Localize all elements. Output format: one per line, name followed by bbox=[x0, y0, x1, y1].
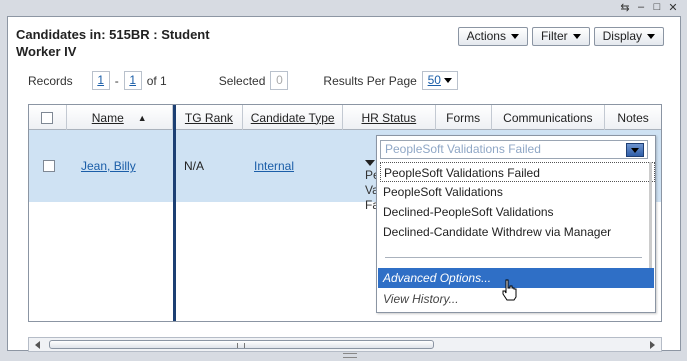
minimize-icon[interactable]: – bbox=[635, 1, 647, 14]
chevron-down-icon bbox=[631, 148, 639, 153]
records-dash: - bbox=[114, 73, 119, 88]
display-button[interactable]: Display bbox=[593, 27, 664, 46]
scrollbar-thumb[interactable] bbox=[49, 340, 434, 349]
grid-header: Name ▲ TG Rank Candidate Type HR Status F… bbox=[29, 105, 661, 130]
display-label: Display bbox=[602, 29, 642, 43]
candidate-name-link[interactable]: Jean, Billy bbox=[81, 159, 136, 173]
results-per-page-value: 50 bbox=[427, 73, 441, 87]
column-header-name-label: Name bbox=[91, 110, 124, 125]
frozen-column-separator bbox=[173, 105, 176, 321]
paging-bar: Records 1 - 1 of 1 Selected 0 Results Pe… bbox=[28, 71, 463, 90]
actions-button[interactable]: Actions bbox=[457, 27, 528, 46]
scroll-left-icon[interactable] bbox=[35, 341, 40, 349]
column-header-notes: Notes bbox=[605, 105, 661, 130]
column-header-forms: Forms bbox=[436, 105, 492, 130]
resize-grip-icon[interactable] bbox=[343, 353, 357, 358]
hand-cursor-icon bbox=[502, 279, 517, 301]
results-per-page-select[interactable]: 50 bbox=[421, 71, 458, 90]
window-controls: ⇆ – □ ✕ bbox=[619, 1, 679, 14]
close-icon[interactable]: ✕ bbox=[667, 1, 679, 14]
selected-count: 0 bbox=[270, 71, 289, 90]
tg-rank-value: N/A bbox=[184, 159, 205, 173]
dropdown-toggle-button[interactable] bbox=[626, 143, 644, 157]
dropdown-scrollbar[interactable] bbox=[649, 162, 652, 282]
row-checkbox[interactable] bbox=[43, 160, 55, 172]
hr-status-options: PeopleSoft Validations Failed PeopleSoft… bbox=[380, 162, 655, 242]
restore-icon[interactable]: ⇆ bbox=[619, 1, 631, 14]
status-option[interactable]: PeopleSoft Validations Failed bbox=[380, 162, 655, 182]
chevron-down-icon bbox=[572, 34, 581, 39]
results-per-page-label: Results Per Page bbox=[323, 73, 417, 88]
column-header-candidate-type[interactable]: Candidate Type bbox=[243, 105, 343, 130]
select-all-checkbox[interactable] bbox=[41, 111, 54, 124]
tg-rank-cell: N/A bbox=[184, 130, 204, 202]
scroll-grip-icon bbox=[237, 343, 245, 348]
chevron-down-icon bbox=[510, 34, 519, 39]
page-title: Candidates in: 515BR : Student Worker IV bbox=[16, 26, 256, 60]
candidate-type-link[interactable]: Internal bbox=[254, 159, 294, 173]
column-header-tg-rank-label: TG Rank bbox=[184, 110, 233, 125]
row-checkbox-cell bbox=[43, 130, 55, 202]
records-label: Records bbox=[28, 73, 73, 88]
filter-button[interactable]: Filter bbox=[531, 27, 590, 46]
status-option[interactable]: Declined-Candidate Withdrew via Manager bbox=[380, 222, 655, 242]
column-header-name[interactable]: Name ▲ bbox=[67, 105, 173, 130]
window-titlebar: ⇆ – □ ✕ bbox=[0, 0, 687, 16]
selected-label: Selected bbox=[218, 73, 266, 88]
actions-label: Actions bbox=[466, 29, 506, 43]
select-all-cell bbox=[29, 105, 67, 130]
page-title-line1: Candidates in: 515BR : Student bbox=[16, 27, 210, 42]
chevron-down-icon bbox=[647, 34, 655, 39]
column-header-notes-label: Notes bbox=[617, 110, 649, 125]
sort-ascending-icon: ▲ bbox=[137, 112, 147, 123]
horizontal-scrollbar[interactable] bbox=[28, 337, 662, 352]
column-header-hr-status[interactable]: HR Status bbox=[343, 105, 436, 130]
column-header-communications-label: Communications bbox=[503, 110, 593, 125]
records-of-text: of 1 bbox=[146, 73, 167, 88]
toolbar: Actions Filter Display bbox=[457, 27, 664, 46]
menu-divider bbox=[385, 257, 642, 258]
records-from-link[interactable]: 1 bbox=[91, 71, 110, 90]
column-header-hr-status-label: HR Status bbox=[361, 110, 417, 125]
page-title-line2: Worker IV bbox=[16, 44, 77, 59]
column-header-tg-rank[interactable]: TG Rank bbox=[176, 105, 244, 130]
scroll-right-icon[interactable] bbox=[650, 341, 655, 349]
candidate-type-cell: Internal bbox=[254, 130, 294, 202]
column-header-forms-label: Forms bbox=[446, 110, 481, 125]
status-option[interactable]: PeopleSoft Validations bbox=[380, 182, 655, 202]
filter-label: Filter bbox=[540, 29, 568, 43]
column-header-communications: Communications bbox=[492, 105, 606, 130]
status-option[interactable]: Declined-PeopleSoft Validations bbox=[380, 202, 655, 222]
candidate-name-cell: Jean, Billy bbox=[81, 130, 136, 202]
hr-status-selected-value: PeopleSoft Validations Failed bbox=[385, 142, 541, 156]
hr-status-expand-icon[interactable] bbox=[365, 160, 375, 166]
column-header-candidate-type-label: Candidate Type bbox=[250, 110, 335, 125]
hr-status-select[interactable]: PeopleSoft Validations Failed bbox=[380, 140, 648, 159]
maximize-icon[interactable]: □ bbox=[651, 1, 663, 14]
chevron-down-icon bbox=[443, 78, 452, 83]
records-to-link[interactable]: 1 bbox=[123, 71, 142, 90]
